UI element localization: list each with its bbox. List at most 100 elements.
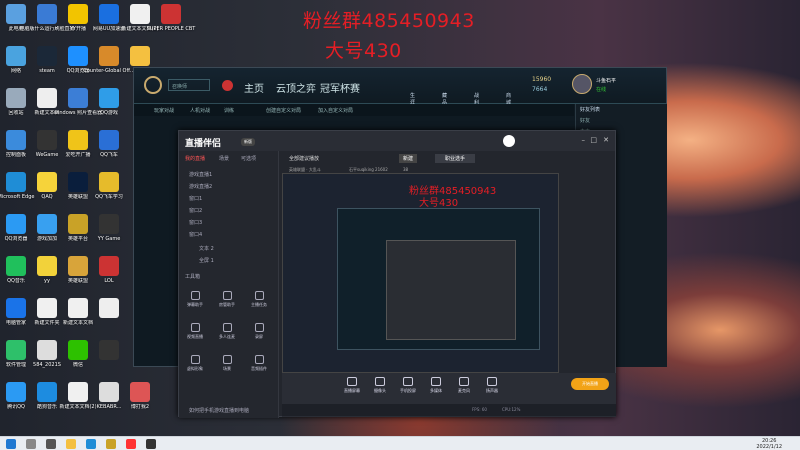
douyu-titlebar: 直播伴侣 新版 ✕ □ – bbox=[179, 131, 615, 151]
scene-item[interactable]: 窗口1 bbox=[189, 195, 202, 202]
version-badge: 新版 bbox=[241, 138, 255, 146]
search-icon[interactable] bbox=[26, 439, 36, 449]
lol-logo-icon bbox=[144, 76, 162, 94]
toolbox-title: 工具箱 bbox=[185, 274, 201, 280]
maximize-icon[interactable]: □ bbox=[590, 136, 597, 144]
nested-preview-inner bbox=[386, 240, 516, 340]
friend-item[interactable]: 好友 bbox=[576, 115, 667, 126]
overlay-line-2: 大号430 bbox=[325, 40, 402, 62]
scene-item[interactable]: 窗口2 bbox=[189, 207, 202, 214]
tag-select[interactable]: 职业选手 bbox=[435, 154, 476, 163]
lol-username: 斗鱼石平 bbox=[596, 78, 617, 84]
desktop-icon-label: LOL bbox=[104, 278, 114, 284]
video-tool-button[interactable]: 视频直播 bbox=[183, 323, 207, 340]
record-tool-button[interactable]: 录屏 bbox=[247, 323, 271, 340]
overlay-line-1: 粉丝群485450943 bbox=[303, 10, 475, 32]
sub-ai[interactable]: 人机对战 bbox=[190, 107, 210, 114]
lol-subnav: 玩家对战 人机对战 训练 创建自定义对局 加入自定义对局 bbox=[134, 104, 574, 116]
scene-tool-button[interactable]: 场景 bbox=[215, 355, 239, 372]
scene-item[interactable]: 游戏直播2 bbox=[189, 183, 212, 190]
desktop-icon[interactable]: 博打我2 bbox=[112, 382, 168, 422]
desktop-icon[interactable]: QQ飞车学习 bbox=[81, 172, 137, 212]
media-button[interactable]: 多媒体 bbox=[422, 377, 450, 394]
taskbar: 20:26 2022/1/12 bbox=[0, 436, 800, 450]
desktop-icon[interactable]: QQ飞车 bbox=[81, 130, 137, 170]
desktop-icon[interactable]: SUPER PEOPLE CBT bbox=[143, 4, 199, 44]
sub-create-custom[interactable]: 创建自定义对局 bbox=[266, 107, 301, 114]
desktop-icon[interactable]: YY Game bbox=[81, 214, 137, 254]
desktop-icon-label: QQ游戏 bbox=[100, 110, 118, 116]
sub-join-custom[interactable]: 加入自定义对局 bbox=[318, 107, 353, 114]
app-taskbar-icon[interactable] bbox=[146, 439, 156, 449]
clock-date: 2022/1/12 bbox=[756, 444, 782, 450]
lol-lp: 15960 bbox=[532, 76, 552, 83]
lol-nav-home[interactable]: 主页 bbox=[244, 80, 264, 95]
scene-item[interactable]: 窗口4 bbox=[189, 231, 202, 238]
edge-icon[interactable] bbox=[86, 439, 96, 449]
phone-cast-button[interactable]: 手机投屏 bbox=[394, 377, 422, 394]
app-icon bbox=[130, 382, 150, 402]
avatar[interactable] bbox=[572, 74, 592, 94]
multi-link-tool-button[interactable]: 多人连麦 bbox=[215, 323, 239, 340]
fullscreen-source[interactable]: 全屏 1 bbox=[199, 257, 214, 264]
status-bar: FPS: 60 CPU:12% bbox=[282, 404, 616, 416]
desktop-icon[interactable]: QQ游戏 bbox=[81, 88, 137, 128]
sub-pvp[interactable]: 玩家对战 bbox=[154, 107, 174, 114]
tab-scene[interactable]: 场景 bbox=[219, 155, 229, 162]
fps-status: FPS: 60 bbox=[472, 407, 487, 412]
microphone-button[interactable]: 麦克风 bbox=[450, 377, 478, 394]
avatar-tool-button[interactable]: 虚拟形象 bbox=[183, 355, 207, 372]
tip-link[interactable]: 如何把手机游戏直播到电脑 bbox=[189, 407, 249, 414]
new-button[interactable]: 新建 bbox=[399, 154, 418, 163]
explorer-icon[interactable] bbox=[66, 439, 76, 449]
lol-status: 在线 bbox=[596, 87, 607, 93]
desktop-icon-label: SUPER PEOPLE CBT bbox=[146, 26, 196, 32]
danmu-tool-button[interactable]: 弹幕助手 bbox=[183, 291, 207, 308]
scene-item[interactable]: 窗口3 bbox=[189, 219, 202, 226]
sub-training[interactable]: 训练 bbox=[224, 107, 234, 114]
cpu-status: CPU:12% bbox=[502, 407, 521, 412]
windows-start-icon[interactable] bbox=[6, 439, 16, 449]
close-icon[interactable]: ✕ bbox=[603, 136, 609, 144]
app-icon bbox=[130, 46, 150, 66]
app-icon bbox=[99, 130, 119, 150]
desktop-icon[interactable] bbox=[81, 340, 137, 380]
speaker-button[interactable]: 扬声器 bbox=[478, 377, 506, 394]
avatar[interactable] bbox=[503, 135, 515, 147]
lol-play-icon[interactable] bbox=[222, 80, 233, 91]
go-live-button[interactable]: 开始直播 bbox=[571, 378, 609, 390]
lol-top-bar: 召唤师 主页 云顶之弈 冠军杯赛 生涯 藏品 战利品 商城 15960 7664… bbox=[134, 68, 666, 113]
scene-panel: 我的直播 场景 可选项 游戏直播1 游戏直播2 窗口1 窗口2 窗口3 窗口4 … bbox=[179, 151, 279, 418]
text-source[interactable]: 文本 2 bbox=[199, 245, 214, 252]
tab-my-live[interactable]: 我的直播 bbox=[185, 155, 205, 162]
clock[interactable]: 20:26 2022/1/12 bbox=[756, 438, 782, 450]
lol-nav-cup[interactable]: 冠军杯赛 bbox=[320, 80, 360, 95]
app-icon bbox=[99, 256, 119, 276]
app-icon bbox=[99, 298, 119, 318]
scene-item[interactable]: 游戏直播1 bbox=[189, 171, 212, 178]
fans-count: 38 bbox=[403, 167, 409, 172]
desktop-icon-label: QQ飞车学习 bbox=[95, 194, 123, 200]
lol-search[interactable]: 召唤师 bbox=[168, 79, 210, 91]
task-tool-button[interactable]: 主播任务 bbox=[247, 291, 271, 308]
friends-title: 好友列表 bbox=[580, 107, 601, 113]
desktop-icon-label: 博打我2 bbox=[130, 404, 150, 410]
app-icon bbox=[99, 88, 119, 108]
desktop-icon[interactable]: LOL bbox=[81, 256, 137, 296]
audio-tool-button[interactable]: 音频插件 bbox=[247, 355, 271, 372]
lol-nav-tft[interactable]: 云顶之弈 bbox=[276, 80, 316, 95]
tab-options[interactable]: 可选项 bbox=[241, 155, 256, 162]
minimize-icon[interactable]: – bbox=[582, 136, 586, 144]
screen-live-button[interactable]: 直播屏幕 bbox=[338, 377, 366, 394]
camera-button[interactable]: 摄像头 bbox=[366, 377, 394, 394]
app-icon bbox=[161, 4, 181, 24]
desktop-icon-label: YY Game bbox=[97, 236, 121, 242]
desktop-icon[interactable] bbox=[81, 298, 137, 338]
desktop-icon-label: QQ飞车 bbox=[100, 152, 118, 158]
task-view-icon[interactable] bbox=[46, 439, 56, 449]
room-admin-tool-button[interactable]: 房管助手 bbox=[215, 291, 239, 308]
preview-overlay-line-2: 大号430 bbox=[419, 198, 459, 209]
app-icon bbox=[99, 340, 119, 360]
douyu-taskbar-icon[interactable] bbox=[126, 439, 136, 449]
lol-taskbar-icon[interactable] bbox=[106, 439, 116, 449]
